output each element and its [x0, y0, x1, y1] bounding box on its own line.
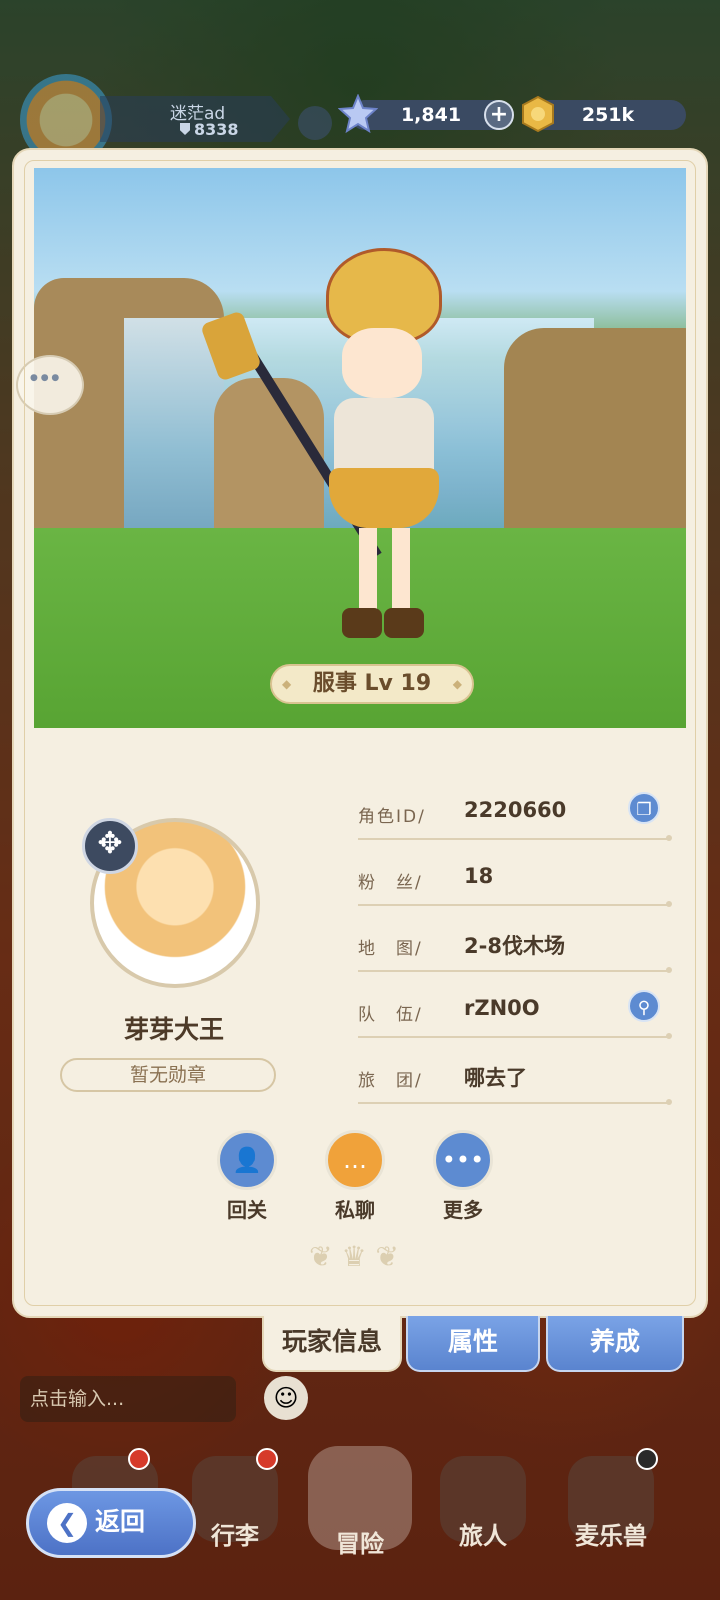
character-model[interactable]	[304, 248, 494, 668]
follow-back-button[interactable]: 👤 回关	[207, 1130, 287, 1223]
divider	[358, 901, 672, 907]
nav-pets[interactable]: 麦乐兽	[556, 1456, 666, 1576]
more-button[interactable]: ••• 更多	[423, 1130, 503, 1223]
info-label: 角色ID/	[358, 807, 426, 827]
add-gems-button[interactable]: +	[484, 100, 514, 130]
back-arrow-icon: ❮	[47, 1503, 87, 1543]
divider	[358, 835, 672, 841]
character-leg	[359, 528, 377, 618]
search-icon[interactable]: ⚲	[628, 990, 660, 1022]
class-badge-icon: ✥	[82, 818, 138, 874]
fashion-level-badge: 服事 Lv 19	[270, 664, 474, 704]
info-row-id: 角色ID/ 2220660 ❐	[358, 790, 672, 856]
info-label: 旅 团/	[358, 1071, 423, 1091]
ornament-icon: ❦ ♛ ❦	[309, 1240, 399, 1273]
mini-menu-icon[interactable]	[298, 106, 332, 140]
star-gem-icon	[338, 94, 378, 134]
more-label: 更多	[443, 1198, 483, 1222]
top-hud: 迷茫ad 8338 1,841 + 251k	[0, 74, 720, 166]
character-face	[342, 328, 422, 398]
emoji-icon[interactable]: ☺	[264, 1376, 308, 1420]
chat-input[interactable]: 点击输入...	[20, 1376, 236, 1422]
info-label: 队 伍/	[358, 1005, 423, 1025]
gold-value: 251k	[581, 104, 635, 126]
info-value: 2-8伐木场	[464, 934, 565, 958]
nav-travelers-label: 旅人	[459, 1522, 507, 1550]
info-row-fans: 粉 丝/ 18	[358, 856, 672, 922]
character-leg	[392, 528, 410, 618]
notification-dot	[128, 1448, 150, 1470]
power-value: 8338	[194, 120, 239, 139]
gold-coin-icon	[522, 95, 554, 133]
info-row-map: 地 图/ 2-8伐木场	[358, 922, 672, 988]
gold-counter: 251k	[522, 95, 686, 133]
gem-counter: 1,841 +	[338, 94, 514, 134]
profile-card: 服事 Lv 19 ✥ 芽芽大王 暂无勋章 角色ID/ 2220660 ❐ 粉 丝…	[12, 148, 708, 1318]
player-chip[interactable]: 迷茫ad 8338	[20, 74, 290, 166]
character-boot	[384, 608, 424, 638]
info-value: 2220660	[464, 798, 567, 822]
back-label: 返回	[95, 1507, 146, 1536]
chat-icon: …	[325, 1130, 385, 1190]
nav-luggage[interactable]: 行李	[180, 1456, 290, 1576]
back-button[interactable]: ❮ 返回	[26, 1488, 196, 1558]
copy-icon[interactable]: ❐	[628, 792, 660, 824]
follow-back-label: 回关	[227, 1198, 267, 1222]
info-row-guild: 旅 团/ 哪去了	[358, 1054, 672, 1120]
nav-pets-label: 麦乐兽	[575, 1522, 647, 1550]
info-label: 粉 丝/	[358, 873, 423, 893]
character-name: 芽芽大王	[123, 1015, 224, 1044]
character-showcase: 服事 Lv 19	[34, 168, 686, 728]
divider	[358, 1099, 672, 1105]
info-row-team: 队 伍/ rZN0O ⚲	[358, 988, 672, 1054]
tab-attributes[interactable]: 属性	[406, 1316, 540, 1372]
user-follow-icon: 👤	[217, 1130, 277, 1190]
chat-bubble-icon[interactable]	[16, 355, 84, 415]
character-boot	[342, 608, 382, 638]
info-value: 18	[464, 864, 494, 888]
alert-dot	[636, 1448, 658, 1470]
nav-adventure[interactable]: 冒险	[305, 1446, 415, 1566]
player-power: 8338	[180, 120, 239, 139]
info-label: 地 图/	[358, 939, 423, 959]
private-chat-label: 私聊	[335, 1198, 375, 1222]
more-icon: •••	[433, 1130, 493, 1190]
info-list: 角色ID/ 2220660 ❐ 粉 丝/ 18 地 图/ 2-8伐木场 队 伍/…	[358, 790, 672, 1120]
tab-bar: 玩家信息 属性 养成	[262, 1316, 692, 1372]
tab-player-info[interactable]: 玩家信息	[262, 1316, 402, 1372]
tab-development[interactable]: 养成	[546, 1316, 684, 1372]
shield-icon	[180, 123, 190, 135]
divider	[358, 967, 672, 973]
nav-travelers[interactable]: 旅人	[428, 1456, 538, 1576]
notification-dot	[256, 1448, 278, 1470]
gem-value: 1,841	[400, 104, 462, 126]
info-value: rZN0O	[464, 996, 540, 1020]
character-skirt	[329, 468, 439, 528]
info-value: 哪去了	[464, 1066, 527, 1090]
medal-badge[interactable]: 暂无勋章	[60, 1058, 276, 1092]
nav-luggage-label: 行李	[211, 1522, 259, 1550]
nav-adventure-label: 冒险	[336, 1530, 384, 1558]
private-chat-button[interactable]: … 私聊	[315, 1130, 395, 1223]
divider	[358, 1033, 672, 1039]
